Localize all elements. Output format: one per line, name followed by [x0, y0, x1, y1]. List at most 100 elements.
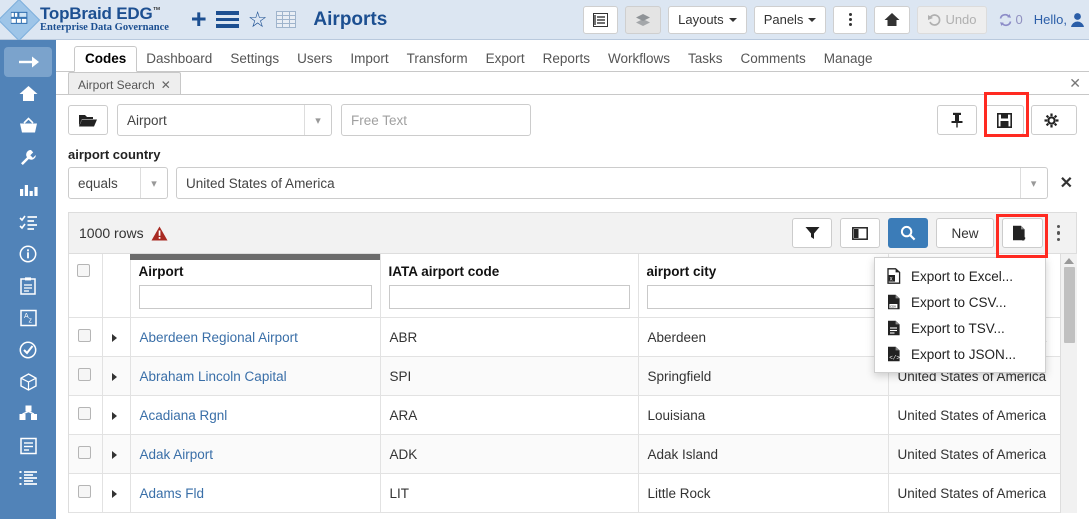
undo-icon — [927, 13, 941, 26]
settings-button[interactable] — [1031, 105, 1077, 135]
export-to-json-item[interactable]: </> Export to JSON... — [875, 341, 1045, 367]
columns-button[interactable] — [840, 218, 880, 248]
sidebar-item-expand[interactable] — [4, 47, 52, 77]
chevron-down-icon — [808, 18, 816, 22]
close-icon[interactable]: ✕ — [161, 78, 171, 92]
sidebar-item-approve[interactable] — [6, 334, 50, 365]
tab-export[interactable]: Export — [477, 47, 534, 72]
remove-filter-icon[interactable]: ✕ — [1056, 173, 1077, 193]
column-filter-iata[interactable] — [389, 285, 630, 309]
sidebar-item-info[interactable] — [6, 238, 50, 269]
sidebar-item-clipboard[interactable] — [6, 270, 50, 301]
user-greeting[interactable]: Hello, — [1034, 12, 1085, 27]
tab-users[interactable]: Users — [288, 47, 341, 72]
panels-dropdown-button[interactable]: Panels — [754, 6, 827, 34]
home-button[interactable] — [874, 6, 910, 34]
table-row[interactable]: Acadiana Rgnl ARA Louisiana United State… — [69, 396, 1077, 435]
airport-link[interactable]: Acadiana Rgnl — [140, 408, 228, 423]
more-options-button[interactable] — [833, 6, 867, 34]
undo-button[interactable]: Undo — [917, 6, 986, 34]
filter-operator-select[interactable]: equals ▾ — [68, 167, 168, 199]
airport-link[interactable]: Aberdeen Regional Airport — [140, 330, 298, 345]
toggle-sidebar-button[interactable] — [583, 6, 618, 34]
favorite-star-icon[interactable]: ☆ — [248, 9, 268, 31]
sidebar-item-cube[interactable] — [6, 366, 50, 397]
info-icon — [19, 245, 37, 263]
search-submit-button[interactable] — [888, 218, 928, 248]
tab-comments[interactable]: Comments — [731, 47, 814, 72]
scroll-up-arrow-icon[interactable] — [1064, 258, 1074, 264]
tab-codes[interactable]: Codes — [74, 46, 137, 73]
export-to-excel-item[interactable]: x Export to Excel... — [875, 263, 1045, 289]
expand-triangle-icon[interactable] — [112, 412, 117, 420]
row-checkbox[interactable] — [78, 446, 91, 459]
scrollbar-thumb[interactable] — [1064, 267, 1075, 343]
filter-button[interactable] — [792, 218, 832, 248]
tab-settings[interactable]: Settings — [221, 47, 288, 72]
expand-triangle-icon[interactable] — [112, 451, 117, 459]
building-grid-icon — [11, 11, 28, 24]
expand-triangle-icon[interactable] — [112, 373, 117, 381]
column-filter-city[interactable] — [647, 285, 880, 309]
sidebar-item-glossary[interactable]: A z — [6, 302, 50, 333]
sidebar-item-document[interactable] — [6, 430, 50, 461]
cell-city: Springfield — [638, 357, 888, 396]
table-row[interactable]: Adak Airport ADK Adak Island United Stat… — [69, 435, 1077, 474]
row-checkbox[interactable] — [78, 485, 91, 498]
sidebar-item-tasks[interactable] — [6, 206, 50, 237]
add-icon[interactable]: + — [191, 6, 207, 33]
filter-value-select[interactable]: United States of America ▾ — [176, 167, 1048, 199]
refresh-counter[interactable]: 0 — [998, 12, 1023, 27]
search-type-select[interactable]: Airport ▾ — [117, 104, 332, 136]
tab-reports[interactable]: Reports — [534, 47, 599, 72]
column-header-iata[interactable]: IATA airport code — [380, 254, 638, 318]
brand-logo[interactable]: TopBraid EDG™ Enterprise Data Governance — [0, 5, 169, 35]
panel-close-icon[interactable]: ✕ — [1069, 75, 1081, 92]
row-checkbox[interactable] — [78, 407, 91, 420]
cell-iata: LIT — [380, 474, 638, 513]
subtab-airport-search[interactable]: Airport Search ✕ — [68, 72, 181, 94]
sidebar-item-tools[interactable] — [6, 142, 50, 173]
select-all-checkbox[interactable] — [77, 264, 90, 277]
row-expand-cell — [102, 357, 130, 396]
table-grid-icon[interactable] — [276, 11, 296, 28]
save-button[interactable] — [984, 105, 1024, 135]
tab-tasks[interactable]: Tasks — [679, 47, 732, 72]
airport-link[interactable]: Abraham Lincoln Capital — [140, 369, 287, 384]
table-vertical-scrollbar[interactable] — [1060, 254, 1077, 513]
sidebar-item-cubes[interactable] — [6, 398, 50, 429]
sidebar-item-home[interactable] — [6, 78, 50, 109]
tab-workflows[interactable]: Workflows — [599, 47, 679, 72]
tab-import[interactable]: Import — [341, 47, 397, 72]
layers-button[interactable] — [625, 6, 661, 34]
pin-button[interactable] — [937, 105, 977, 135]
airport-link[interactable]: Adak Airport — [140, 447, 214, 462]
sidebar-item-reports[interactable] — [6, 174, 50, 205]
tab-dashboard[interactable]: Dashboard — [137, 47, 221, 72]
expand-triangle-icon[interactable] — [112, 334, 117, 342]
cell-airport: Abraham Lincoln Capital — [130, 357, 380, 396]
row-checkbox[interactable] — [78, 368, 91, 381]
export-to-csv-item[interactable]: csv Export to CSV... — [875, 289, 1045, 315]
export-dropdown-button[interactable] — [1002, 218, 1043, 248]
table-row[interactable]: Adams Fld LIT Little Rock United States … — [69, 474, 1077, 513]
row-checkbox[interactable] — [78, 329, 91, 342]
column-filter-airport[interactable] — [139, 285, 372, 309]
results-more-options[interactable] — [1051, 225, 1067, 242]
column-drag-handle[interactable] — [130, 254, 380, 260]
open-folder-button[interactable] — [68, 105, 108, 135]
layouts-dropdown-button[interactable]: Layouts — [668, 6, 747, 34]
sidebar-item-ordered-list[interactable] — [6, 462, 50, 493]
menu-icon[interactable] — [216, 11, 239, 28]
tab-manage[interactable]: Manage — [815, 47, 882, 72]
sidebar-item-basket[interactable] — [6, 110, 50, 141]
cell-city: Aberdeen — [638, 318, 888, 357]
export-to-tsv-item[interactable]: Export to TSV... — [875, 315, 1045, 341]
expand-triangle-icon[interactable] — [112, 490, 117, 498]
column-header-airport[interactable]: Airport — [130, 254, 380, 318]
tab-transform[interactable]: Transform — [398, 47, 477, 72]
new-button[interactable]: New — [936, 218, 993, 248]
free-text-input[interactable] — [341, 104, 531, 136]
column-header-city[interactable]: airport city — [638, 254, 888, 318]
airport-link[interactable]: Adams Fld — [140, 486, 205, 501]
